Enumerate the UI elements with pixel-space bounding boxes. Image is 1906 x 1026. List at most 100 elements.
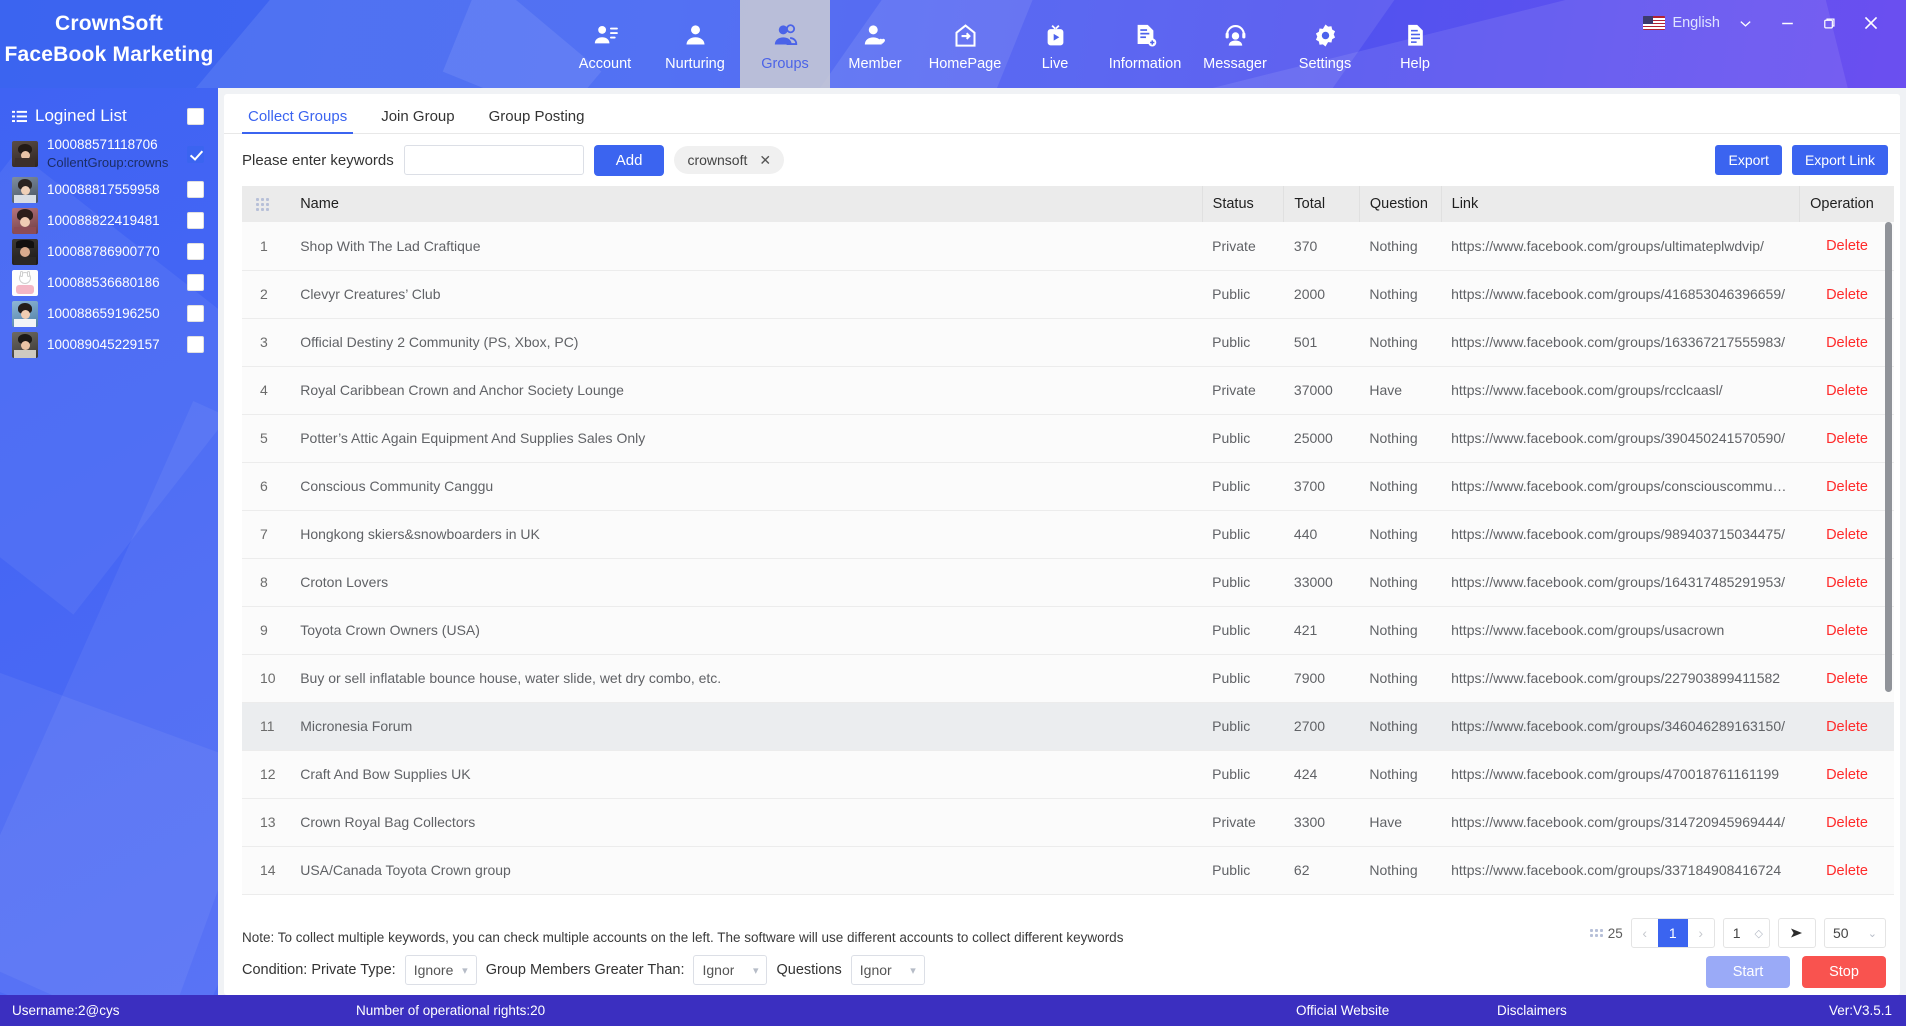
account-item[interactable]: 100088817559958 [0,174,218,205]
delete-button[interactable]: Delete [1826,287,1868,303]
page-size-select[interactable]: 50 ⌄ [1824,918,1886,948]
chevron-down-icon: ▾ [910,964,916,977]
group-members-select[interactable]: Ignor ▾ [693,955,768,985]
table-row[interactable]: 2 Clevyr Creatures’ Club Public 2000 Nothing… [242,270,1894,319]
help-icon [1402,20,1429,50]
select-all-checkbox[interactable] [187,107,204,125]
nav-item-help[interactable]: Help [1370,0,1460,88]
column-header-link[interactable]: Link [1441,186,1801,222]
stepper-icon[interactable]: ◇ [1755,927,1763,940]
account-checkbox[interactable] [187,305,204,322]
delete-button[interactable]: Delete [1826,863,1868,879]
account-item[interactable]: 100088571118706 CollentGroup:crowns [0,134,218,174]
table-row[interactable]: 1 Shop With The Lad Craftique Private 370 No… [242,222,1894,271]
nav-label: Help [1400,56,1430,72]
group-total: 424 [1283,750,1360,799]
page-jump-input[interactable]: 1 ◇ [1722,918,1770,948]
delete-button[interactable]: Delete [1826,479,1868,495]
chip-close-icon[interactable]: ✕ [759,153,771,167]
minimize-icon[interactable] [1766,6,1808,40]
table-row[interactable]: 4 Royal Caribbean Crown and Anchor Societ… [242,366,1894,415]
delete-button[interactable]: Delete [1826,815,1868,831]
column-header-total[interactable]: Total [1283,186,1360,222]
column-header-status[interactable]: Status [1202,186,1285,222]
chevron-down-icon[interactable] [1724,6,1766,40]
nav-item-account[interactable]: Account [560,0,650,88]
table-row[interactable]: 6 Conscious Community Canggu Public 3700 Not… [242,462,1894,511]
delete-button[interactable]: Delete [1826,431,1868,447]
table-row[interactable]: 12 Craft And Bow Supplies UK Public 424 Noth… [242,750,1894,799]
footer-disclaimers-link[interactable]: Disclaimers [1497,1003,1567,1018]
table-row[interactable]: 10 Buy or sell inflatable bounce house, w… [242,654,1894,703]
maximize-icon[interactable] [1808,6,1850,40]
account-item[interactable]: 100088786900770 [0,236,218,267]
page-number-1[interactable]: 1 [1657,919,1688,947]
account-item[interactable]: 100088822419481 [0,205,218,236]
delete-button[interactable]: Delete [1826,767,1868,783]
export-button[interactable]: Export [1715,145,1782,175]
column-header-name[interactable]: Name [290,186,1203,222]
table-row[interactable]: 13 Crown Royal Bag Collectors Private 3300 H… [242,798,1894,847]
account-checkbox[interactable] [187,212,204,229]
add-button[interactable]: Add [593,144,665,176]
account-checkbox[interactable] [187,336,204,353]
delete-button[interactable]: Delete [1826,575,1868,591]
close-icon[interactable] [1850,6,1892,40]
group-total: 2000 [1283,270,1360,319]
account-item[interactable]: 100089045229157 [0,329,218,360]
tab-collect-groups[interactable]: Collect Groups [242,108,354,134]
account-checkbox[interactable] [187,243,204,260]
delete-button[interactable]: Delete [1826,719,1868,735]
nav-item-groups[interactable]: Groups [740,0,830,88]
delete-button[interactable]: Delete [1826,335,1868,351]
account-checkbox[interactable] [187,274,204,291]
account-item[interactable]: 100088536680186 [0,267,218,298]
delete-button[interactable]: Delete [1826,238,1868,254]
stop-button[interactable]: Stop [1802,956,1886,988]
live-icon [1042,20,1069,50]
group-status: Public [1202,510,1284,559]
table-row[interactable]: 5 Potter’s Attic Again Equipment And Supp… [242,414,1894,463]
nav-item-homepage[interactable]: HomePage [920,0,1010,88]
table-row[interactable]: 8 Croton Lovers Public 33000 Nothing https://… [242,558,1894,607]
table-scrollbar[interactable] [1885,222,1892,918]
tab-group-posting[interactable]: Group Posting [483,108,591,133]
account-checkbox[interactable] [187,145,204,163]
tab-label: Join Group [381,108,455,125]
scrollbar-thumb[interactable] [1885,222,1892,692]
delete-button[interactable]: Delete [1826,527,1868,543]
nav-item-messager[interactable]: Messager [1190,0,1280,88]
table-row[interactable]: 9 Toyota Crown Owners (USA) Public 421 Nothi… [242,606,1894,655]
keyword-input[interactable] [403,145,584,175]
language-selector[interactable]: English [1643,15,1720,31]
nav-item-member[interactable]: Member [830,0,920,88]
column-header-question[interactable]: Question [1359,186,1442,222]
export-link-button[interactable]: Export Link [1791,145,1888,175]
table-row[interactable]: 11 Micronesia Forum Public 2700 Nothing https… [242,702,1894,751]
logined-list-title: Logined List [35,106,127,125]
table-row[interactable]: 3 Official Destiny 2 Community (PS, Xbox,… [242,318,1894,367]
account-checkbox[interactable] [187,181,204,198]
account-item[interactable]: 100088659196250 [0,298,218,329]
delete-button[interactable]: Delete [1826,383,1868,399]
nav-item-settings[interactable]: Settings [1280,0,1370,88]
prev-page-button[interactable]: ‹ [1632,919,1658,947]
go-button[interactable] [1778,918,1816,948]
account-id: 100088786900770 [47,243,160,259]
account-id: 100088571118706 [47,137,158,152]
next-page-button[interactable]: › [1688,919,1714,947]
start-button[interactable]: Start [1706,956,1790,988]
column-header-operation[interactable]: Operation [1799,186,1894,222]
table-row[interactable]: 14 USA/Canada Toyota Crown group Public 62 N… [242,846,1894,895]
delete-button[interactable]: Delete [1826,623,1868,639]
delete-button[interactable]: Delete [1826,671,1868,687]
nav-item-information[interactable]: Information [1100,0,1190,88]
nav-item-live[interactable]: Live [1010,0,1100,88]
private-type-select[interactable]: Ignore ▾ [404,955,477,985]
drag-handle-icon[interactable] [242,186,291,222]
nav-item-nurturing[interactable]: Nurturing [650,0,740,88]
questions-select[interactable]: Ignor ▾ [850,955,925,985]
table-row[interactable]: 7 Hongkong skiers&snowboarders in UK Publi… [242,510,1894,559]
tab-join-group[interactable]: Join Group [375,108,460,133]
footer-official-website-link[interactable]: Official Website [1296,1003,1389,1018]
